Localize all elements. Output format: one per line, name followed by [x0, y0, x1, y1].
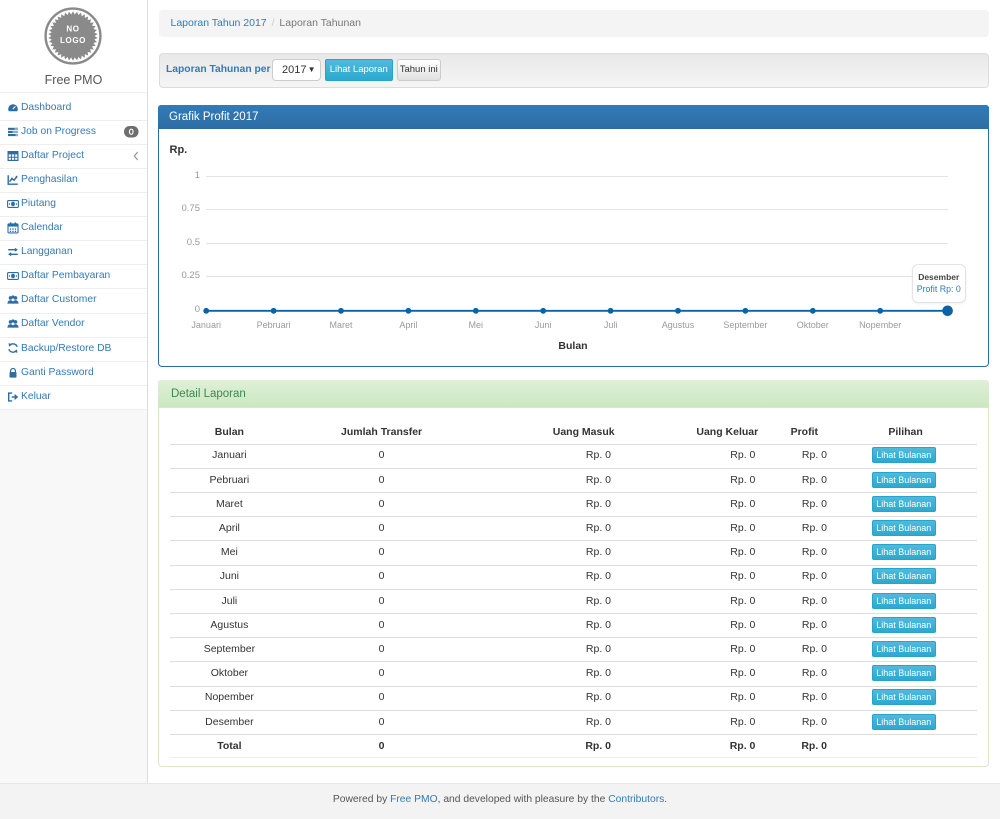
svg-text:NO: NO	[66, 25, 79, 34]
svg-text:LOGO: LOGO	[60, 36, 86, 45]
